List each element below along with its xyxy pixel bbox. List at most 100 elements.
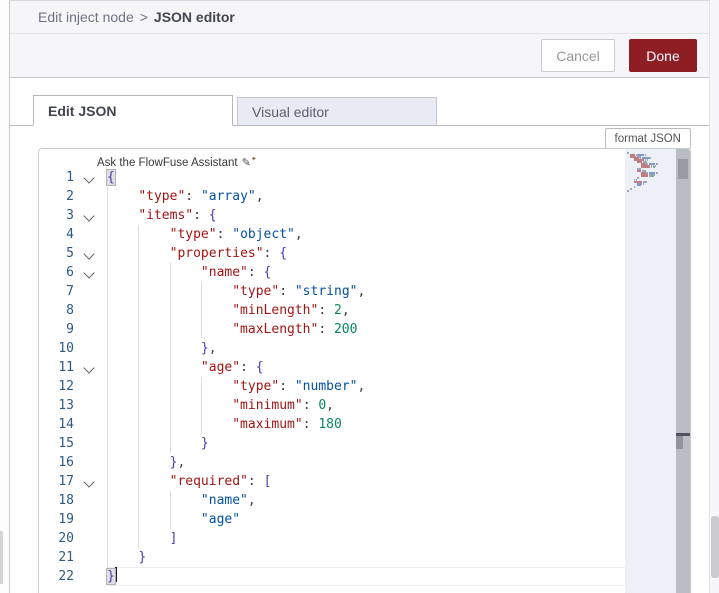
assistant-hint[interactable]: Ask the FlowFuse Assistant ✎✦ [39, 151, 625, 169]
code-line-1[interactable]: 1{ [39, 168, 625, 187]
editor-scrollbar-thumb[interactable] [678, 159, 688, 179]
code-line-17[interactable]: 17 "required": [ [39, 472, 625, 491]
code-text[interactable]: "age" [107, 510, 625, 529]
gutter: 19 [39, 510, 107, 529]
code-line-20[interactable]: 20 ] [39, 529, 625, 548]
gutter: 21 [39, 548, 107, 567]
fold-chevron-icon[interactable] [80, 472, 100, 491]
text-cursor [114, 567, 117, 582]
code-text[interactable]: "minLength": 2, [107, 301, 625, 320]
minimap-mark [646, 159, 649, 162]
done-button[interactable]: Done [629, 39, 697, 72]
code-line-18[interactable]: 18 "name", [39, 491, 625, 510]
breadcrumb-page-title: JSON editor [153, 9, 235, 25]
indent-guide [200, 301, 202, 320]
code-text[interactable]: "type": "string", [107, 282, 625, 301]
code-text[interactable]: "name": { [107, 263, 625, 282]
breadcrumb-section[interactable]: Edit inject node [38, 9, 134, 25]
fold-chevron-icon[interactable] [80, 168, 100, 187]
editor-scrollbar[interactable] [676, 149, 690, 593]
json-string: "object" [232, 227, 295, 242]
fold-chevron-icon[interactable] [80, 358, 100, 377]
code-text[interactable]: } [107, 548, 625, 567]
tab-visual-editor[interactable]: Visual editor [237, 97, 437, 126]
indent-guide [107, 396, 108, 415]
json-key: "type" [232, 379, 280, 394]
code-line-21[interactable]: 21 } [39, 548, 625, 567]
code-text[interactable]: "properties": { [107, 244, 625, 263]
code-line-2[interactable]: 2 "type": "array", [39, 187, 625, 206]
json-number: 180 [318, 417, 342, 432]
code-line-12[interactable]: 12 "type": "number", [39, 377, 625, 396]
code-text[interactable]: "maximum": 180 [107, 415, 625, 434]
code-text[interactable]: "type": "number", [107, 377, 625, 396]
code-line-22[interactable]: 22} [39, 567, 625, 586]
code-line-5[interactable]: 5 "properties": { [39, 244, 625, 263]
code-line-10[interactable]: 10 }, [39, 339, 625, 358]
code-line-14[interactable]: 14 "maximum": 180 [39, 415, 625, 434]
indent-guide [138, 320, 140, 339]
code-line-19[interactable]: 19 "age" [39, 510, 625, 529]
code-pane[interactable]: Ask the FlowFuse Assistant ✎✦ 1{2 "type":… [39, 149, 625, 593]
fold-chevron-icon[interactable] [80, 263, 100, 282]
indent-guide [107, 491, 108, 510]
code-line-16[interactable]: 16 }, [39, 453, 625, 472]
code-text[interactable]: "type": "array", [107, 187, 625, 206]
sparkle-icon: ✦ [250, 156, 257, 163]
code-text[interactable]: "items": { [107, 206, 625, 225]
indent-guide [107, 244, 108, 263]
gutter: 4 [39, 225, 107, 244]
code-editor[interactable]: Ask the FlowFuse Assistant ✎✦ 1{2 "type":… [38, 148, 691, 593]
code-text[interactable]: "type": "object", [107, 225, 625, 244]
code-text[interactable]: { [106, 168, 625, 187]
json-token: [ [263, 474, 272, 489]
json-number: 200 [333, 322, 358, 337]
code-text[interactable]: "required": [ [107, 472, 625, 491]
page-scrollbar[interactable] [709, 0, 719, 593]
code-text[interactable]: "minimum": 0, [107, 396, 625, 415]
code-line-7[interactable]: 7 "type": "string", [39, 282, 625, 301]
indent-guide [169, 415, 171, 434]
breadcrumb-separator: > [139, 9, 148, 25]
code-text[interactable]: }, [107, 339, 625, 358]
page-scrollbar-thumb[interactable] [711, 516, 719, 578]
code-line-13[interactable]: 13 "minimum": 0, [39, 396, 625, 415]
gutter: 3 [39, 206, 107, 225]
cancel-button[interactable]: Cancel [541, 39, 615, 72]
code-text[interactable]: "name", [107, 491, 625, 510]
code-text[interactable]: "age": { [107, 358, 625, 377]
gutter: 10 [39, 339, 107, 358]
indent-guide [169, 434, 171, 453]
code-line-8[interactable]: 8 "minLength": 2, [39, 301, 625, 320]
code-text[interactable]: ] [107, 529, 625, 548]
code-line-11[interactable]: 11 "age": { [39, 358, 625, 377]
code-line-15[interactable]: 15 } [39, 434, 625, 453]
json-token: : [216, 227, 233, 242]
json-token: : [302, 398, 319, 413]
indent-guide [169, 510, 171, 529]
code-text[interactable]: }, [107, 453, 625, 472]
tab-edit-json[interactable]: Edit JSON [33, 95, 233, 126]
format-json-button[interactable]: format JSON [604, 128, 691, 149]
minimap-mark [651, 175, 654, 178]
json-key: "properties" [169, 246, 264, 261]
json-number: 0 [318, 398, 327, 413]
fold-chevron-icon[interactable] [80, 206, 100, 225]
code-line-6[interactable]: 6 "name": { [39, 263, 625, 282]
indent-guide [138, 472, 140, 491]
code-line-4[interactable]: 4 "type": "object", [39, 225, 625, 244]
code-text[interactable]: } [106, 567, 625, 586]
code-text[interactable]: "maxLength": 200 [107, 320, 625, 339]
code-line-3[interactable]: 3 "items": { [39, 206, 625, 225]
fold-chevron-icon[interactable] [80, 244, 100, 263]
code-line-9[interactable]: 9 "maxLength": 200 [39, 320, 625, 339]
indent-guide [138, 434, 140, 453]
palette-scrollbar-thumb[interactable] [0, 531, 3, 584]
code-text[interactable]: } [107, 434, 625, 453]
minimap[interactable] [625, 149, 676, 593]
indent-guide [107, 529, 108, 548]
line-number: 9 [66, 322, 74, 337]
